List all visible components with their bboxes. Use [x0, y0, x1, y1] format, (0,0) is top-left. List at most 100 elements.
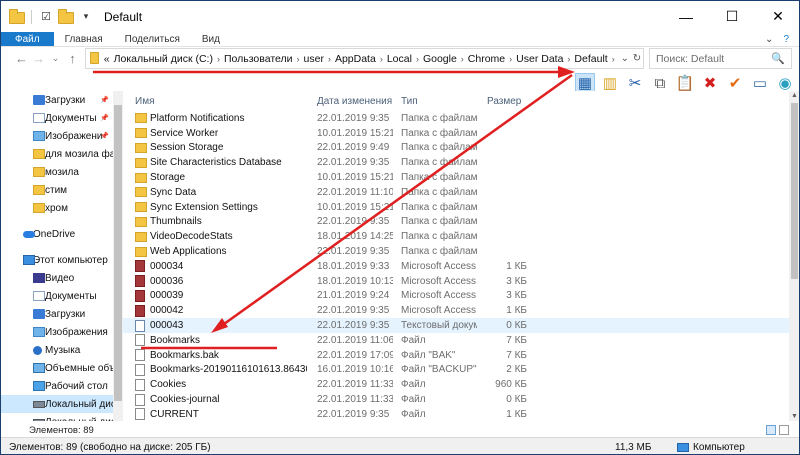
- sidebar-item[interactable]: Музыка: [1, 341, 113, 359]
- breadcrumb-separator-icon[interactable]: ›: [380, 54, 383, 64]
- breadcrumb-separator-icon[interactable]: ›: [416, 54, 419, 64]
- file-row[interactable]: Platform Notifications 22.01.2019 9:35 Пап…: [123, 111, 789, 126]
- breadcrumb-separator-icon[interactable]: ›: [612, 54, 615, 64]
- sidebar-item[interactable]: Локальный дис: [1, 413, 113, 421]
- scrollbar-thumb[interactable]: [791, 103, 798, 279]
- tab-file[interactable]: Файл: [1, 32, 54, 46]
- file-row[interactable]: CURRENT 22.01.2019 9:35 Файл 1 КБ: [123, 407, 789, 421]
- help-icon[interactable]: ?: [783, 34, 789, 45]
- file-row[interactable]: 000042 22.01.2019 9:35 Microsoft Access ..…: [123, 303, 789, 318]
- address-bar[interactable]: « Локальный диск (C:) › Пользователи › user ›…: [85, 48, 644, 69]
- breadcrumb-item[interactable]: Default: [574, 53, 607, 65]
- file-row[interactable]: Bookmarks.bak 22.01.2019 17:09 Файл "BAK" 7…: [123, 348, 789, 363]
- breadcrumb-separator-icon[interactable]: ›: [509, 54, 512, 64]
- breadcrumb-item[interactable]: Пользователи: [224, 53, 293, 65]
- file-name-cell[interactable]: Cookies: [123, 378, 307, 391]
- sidebar-item[interactable]: Изображения: [1, 323, 113, 341]
- sidebar-item[interactable]: Рабочий стол: [1, 377, 113, 395]
- column-size[interactable]: Размер: [477, 96, 531, 107]
- file-row[interactable]: Bookmarks 22.01.2019 11:06 Файл 7 КБ: [123, 333, 789, 348]
- file-name-cell[interactable]: Bookmarks-20190116101613.864308.back...: [123, 363, 307, 376]
- file-row[interactable]: Cookies 22.01.2019 11:33 Файл 960 КБ: [123, 377, 789, 392]
- new-folder-icon[interactable]: [58, 9, 74, 24]
- breadcrumb-item[interactable]: Локальный диск (C:): [114, 53, 213, 65]
- scroll-up-arrow[interactable]: ▲: [789, 92, 799, 99]
- file-row[interactable]: Site Characteristics Database 22.01.2019 …: [123, 155, 789, 170]
- large-icons-view-button[interactable]: [779, 425, 789, 435]
- sidebar-item[interactable]: Этот компьютер: [1, 251, 113, 269]
- file-name-cell[interactable]: Session Storage: [123, 142, 307, 153]
- breadcrumb-item[interactable]: Chrome: [468, 53, 505, 65]
- file-name-cell[interactable]: Thumbnails: [123, 216, 307, 227]
- file-name-cell[interactable]: Storage: [123, 172, 307, 183]
- sidebar-item[interactable]: Видео: [1, 269, 113, 287]
- address-dropdown-icon[interactable]: ⌄: [621, 53, 629, 64]
- tab-share[interactable]: Поделиться: [114, 32, 191, 46]
- rename-icon[interactable]: ▭: [750, 73, 770, 93]
- file-row[interactable]: 000034 18.01.2019 9:33 Microsoft Access ..…: [123, 259, 789, 274]
- search-input[interactable]: Поиск: Default 🔍: [649, 48, 792, 69]
- minimize-button[interactable]: —: [663, 1, 709, 32]
- sidebar-item[interactable]: Загрузки 📌: [1, 91, 113, 109]
- file-row[interactable]: Bookmarks-20190116101613.864308.back... 1…: [123, 363, 789, 378]
- column-type[interactable]: Тип: [393, 96, 477, 107]
- up-button[interactable]: ↑: [64, 51, 81, 66]
- navigation-scrollbar[interactable]: [113, 91, 123, 421]
- file-name-cell[interactable]: CURRENT: [123, 408, 307, 421]
- file-row[interactable]: Storage 10.01.2019 15:21 Папка с файлами: [123, 170, 789, 185]
- tab-view[interactable]: Вид: [191, 32, 231, 46]
- sidebar-item[interactable]: Документы: [1, 287, 113, 305]
- file-row[interactable]: Sync Data 22.01.2019 11:10 Папка с файлами: [123, 185, 789, 200]
- file-list-scrollbar[interactable]: ▲ ▼: [789, 91, 799, 421]
- pin-icon[interactable]: 📌: [100, 114, 109, 122]
- breadcrumb-item[interactable]: Local: [387, 53, 412, 65]
- file-name-cell[interactable]: Cookies-journal: [123, 393, 307, 406]
- file-name-cell[interactable]: Platform Notifications: [123, 113, 307, 124]
- copy-icon[interactable]: ⧉: [650, 73, 670, 93]
- file-name-cell[interactable]: 000036: [123, 275, 307, 288]
- breadcrumb-item[interactable]: User Data: [516, 53, 563, 65]
- sidebar-item[interactable]: для мозила фае: [1, 145, 113, 163]
- file-name-cell[interactable]: 000039: [123, 289, 307, 302]
- breadcrumb-item[interactable]: user: [304, 53, 324, 65]
- sidebar-item[interactable]: OneDrive: [1, 225, 113, 243]
- breadcrumb-separator-icon[interactable]: ›: [217, 54, 220, 64]
- forward-button[interactable]: →: [30, 51, 47, 66]
- breadcrumb-overflow[interactable]: «: [104, 53, 110, 65]
- file-name-cell[interactable]: Site Characteristics Database: [123, 157, 307, 168]
- details-view-button[interactable]: [766, 425, 776, 435]
- file-row[interactable]: 000036 18.01.2019 10:13 Microsoft Access .…: [123, 274, 789, 289]
- cut-icon[interactable]: ✂: [625, 73, 645, 93]
- breadcrumb-separator-icon[interactable]: ›: [567, 54, 570, 64]
- file-row[interactable]: Thumbnails 22.01.2019 9:35 Папка с файлами: [123, 215, 789, 230]
- sidebar-item[interactable]: Объемные объ: [1, 359, 113, 377]
- column-name[interactable]: Имя: [123, 96, 307, 107]
- customize-quick-access-icon[interactable]: ▾: [78, 9, 94, 25]
- paste-icon[interactable]: 📋: [675, 73, 695, 93]
- file-row[interactable]: 000039 21.01.2019 9:24 Microsoft Access ..…: [123, 289, 789, 304]
- column-date[interactable]: Дата изменения: [307, 96, 393, 107]
- layout-pane-icon[interactable]: ▦: [575, 73, 595, 93]
- breadcrumb-separator-icon[interactable]: ›: [328, 54, 331, 64]
- search-icon[interactable]: 🔍: [771, 52, 785, 65]
- recent-locations-button[interactable]: ⌄: [47, 53, 64, 64]
- file-name-cell[interactable]: Bookmarks.bak: [123, 349, 307, 362]
- globe-icon[interactable]: ◉: [775, 73, 795, 93]
- file-name-cell[interactable]: Bookmarks: [123, 334, 307, 347]
- breadcrumb-separator-icon[interactable]: ›: [461, 54, 464, 64]
- file-name-cell[interactable]: 000042: [123, 304, 307, 317]
- file-name-cell[interactable]: 000034: [123, 260, 307, 273]
- file-row[interactable]: Web Applications 22.01.2019 9:35 Папка с ф…: [123, 244, 789, 259]
- back-button[interactable]: ←: [13, 51, 30, 66]
- scroll-down-arrow[interactable]: ▼: [789, 413, 799, 420]
- sidebar-item[interactable]: мозила: [1, 163, 113, 181]
- file-row[interactable]: Sync Extension Settings 10.01.2019 15:21 П…: [123, 200, 789, 215]
- pin-icon[interactable]: 📌: [100, 96, 109, 104]
- scrollbar-thumb[interactable]: [114, 105, 122, 401]
- file-row[interactable]: Service Worker 10.01.2019 15:21 Папка с фа…: [123, 126, 789, 141]
- confirm-icon[interactable]: ✔: [725, 73, 745, 93]
- file-name-cell[interactable]: Sync Extension Settings: [123, 202, 307, 213]
- file-row[interactable]: Cookies-journal 22.01.2019 11:33 Файл 0 КБ: [123, 392, 789, 407]
- tab-home[interactable]: Главная: [54, 32, 114, 46]
- pin-icon[interactable]: 📌: [100, 132, 109, 140]
